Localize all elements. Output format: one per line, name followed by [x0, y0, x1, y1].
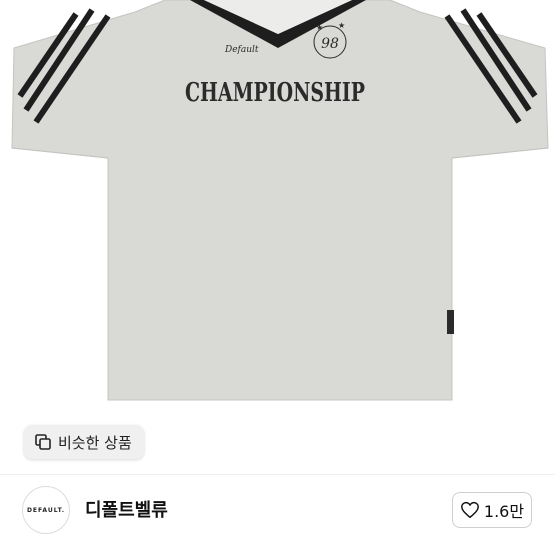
similar-products-button[interactable]: 비슷한 상품: [24, 425, 144, 459]
tshirt-graphic: Default 98 ★ ★ CHAMPIONSHIP: [11, 0, 549, 401]
shop-name[interactable]: 디폴트벨류: [85, 496, 168, 522]
shop-avatar-logo: DEFAULT.: [26, 506, 66, 514]
like-button[interactable]: 1.6만: [452, 492, 532, 528]
like-count: 1.6만: [483, 502, 525, 521]
copy-icon: [35, 434, 51, 450]
svg-text:★: ★: [338, 21, 345, 30]
svg-text:★: ★: [316, 23, 323, 32]
heart-icon: [460, 501, 479, 519]
product-image[interactable]: Default 98 ★ ★ CHAMPIONSHIP: [0, 0, 555, 474]
similar-products-label: 비슷한 상품: [58, 433, 132, 452]
shop-info-row: DEFAULT. 디폴트벨류 1.6만: [0, 486, 555, 556]
badge-text: 98: [321, 36, 339, 52]
brand-script: Default: [224, 45, 259, 55]
jersey-wordmark: CHAMPIONSHIP: [185, 78, 365, 108]
shop-avatar[interactable]: DEFAULT.: [22, 486, 70, 534]
divider: [0, 474, 555, 475]
